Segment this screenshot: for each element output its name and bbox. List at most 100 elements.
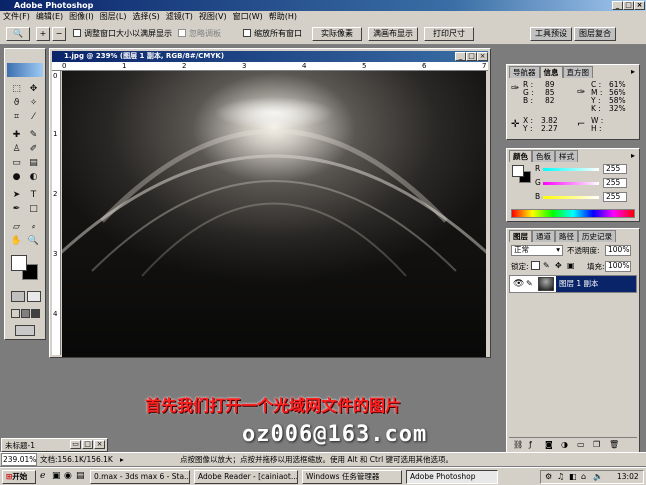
hand-tool-icon[interactable]: ✋ xyxy=(9,235,24,248)
menu-filter[interactable]: 滤镜(T) xyxy=(163,12,196,21)
dodge-tool-icon[interactable]: ◐ xyxy=(26,171,41,184)
mini-close-button[interactable]: × xyxy=(94,440,105,449)
menu-file[interactable]: 文件(F) xyxy=(0,12,33,21)
tab-color[interactable]: 颜色 xyxy=(509,150,532,162)
close-button[interactable]: × xyxy=(634,1,645,10)
lasso-tool-icon[interactable]: ϑ xyxy=(9,97,24,110)
stamp-tool-icon[interactable]: ♙ xyxy=(9,143,24,156)
tab-info[interactable]: 信息 xyxy=(539,66,563,78)
doc-maximize-button[interactable]: □ xyxy=(466,52,477,61)
layer-row[interactable]: 👁 ✎ 图层 1 副本 xyxy=(509,275,637,293)
minimize-button[interactable]: _ xyxy=(612,1,623,10)
task-task-manager[interactable]: Windows 任务管理器 xyxy=(302,470,402,484)
tray-icon[interactable]: ⌂ xyxy=(581,472,586,481)
lock-move-icon[interactable]: ✥ xyxy=(555,261,562,270)
new-group-icon[interactable]: ▭ xyxy=(577,440,585,449)
zoom-all-checkbox[interactable] xyxy=(243,29,251,37)
opacity-field[interactable]: 100% xyxy=(605,245,631,256)
screen-mode-3-icon[interactable] xyxy=(31,309,40,318)
panel-menu-arrow-icon[interactable]: ▸ xyxy=(631,67,635,76)
fit-screen-button[interactable]: 满画布显示 xyxy=(368,27,418,41)
menu-layer[interactable]: 图层(L) xyxy=(97,12,130,21)
type-tool-icon[interactable]: T xyxy=(26,189,41,202)
actual-pixels-button[interactable]: 实际像素 xyxy=(312,27,362,41)
gradient-tool-icon[interactable]: ▤ xyxy=(26,157,41,170)
color-b-slider[interactable] xyxy=(543,196,599,199)
zoom-in-button[interactable]: + xyxy=(36,27,50,41)
pen-tool-icon[interactable]: ✒ xyxy=(9,203,24,216)
screen-mode-1-icon[interactable] xyxy=(11,309,20,318)
foreground-color-swatch[interactable] xyxy=(11,255,27,271)
tab-layer-comps[interactable]: 图层复合 xyxy=(574,27,616,41)
layer-style-icon[interactable]: ƒ xyxy=(529,440,532,449)
jump-to-imageready-icon[interactable] xyxy=(15,325,35,336)
shape-tool-icon[interactable]: □ xyxy=(26,203,41,216)
notes-tool-icon[interactable]: ▱ xyxy=(9,221,24,234)
status-arrow-icon[interactable]: ▸ xyxy=(120,453,124,466)
lock-all-icon[interactable]: ▣ xyxy=(567,261,575,270)
menu-help[interactable]: 帮助(H) xyxy=(266,12,300,21)
menu-select[interactable]: 选择(S) xyxy=(129,12,162,21)
zoom-tool-icon[interactable]: 🔍 xyxy=(26,235,41,248)
menu-image[interactable]: 图像(I) xyxy=(66,12,97,21)
tab-styles[interactable]: 样式 xyxy=(555,150,578,162)
trash-icon[interactable]: 🗑 xyxy=(609,440,619,449)
menu-edit[interactable]: 编辑(E) xyxy=(33,12,66,21)
path-select-icon[interactable]: ➤ xyxy=(9,189,24,202)
brush-link-icon[interactable]: ✎ xyxy=(526,279,533,288)
tab-navigator[interactable]: 导航器 xyxy=(509,66,540,78)
new-layer-icon[interactable]: ❐ xyxy=(593,440,600,449)
task-3dsmax[interactable]: 0.max - 3ds max 6 - Sta... xyxy=(90,470,190,484)
eyedropper-icon[interactable]: ⸗ xyxy=(26,221,41,234)
magic-wand-icon[interactable]: ✧ xyxy=(26,97,41,110)
doc-minimize-button[interactable]: _ xyxy=(455,52,466,61)
color-spectrum-bar[interactable] xyxy=(511,209,635,218)
fit-window-checkbox[interactable] xyxy=(73,29,81,37)
ie-quicklaunch-icon[interactable]: ℯ xyxy=(40,471,45,481)
slice-tool-icon[interactable]: ⁄ xyxy=(26,111,41,124)
move-tool-icon[interactable]: ✥ xyxy=(26,83,41,96)
lock-transparency-icon[interactable] xyxy=(531,261,540,270)
standard-mode-icon[interactable] xyxy=(11,291,25,302)
tab-history[interactable]: 历史记录 xyxy=(578,230,616,242)
zoom-level-field[interactable]: 239.01% xyxy=(1,453,37,466)
zoom-out-button[interactable]: − xyxy=(52,27,66,41)
eye-visibility-icon[interactable]: 👁 xyxy=(513,279,524,289)
fill-field[interactable]: 100% xyxy=(605,261,631,272)
tray-icon[interactable]: ◧ xyxy=(569,472,577,481)
mini-restore-button[interactable]: ▭ xyxy=(70,440,81,449)
tab-channels[interactable]: 通道 xyxy=(532,230,555,242)
zoom-tool-preset[interactable]: 🔍 xyxy=(6,27,30,41)
link-icon[interactable]: ⛓ xyxy=(513,440,523,449)
media-quicklaunch-icon[interactable]: ◉ xyxy=(64,471,72,481)
eraser-tool-icon[interactable]: ▭ xyxy=(9,157,24,170)
explorer-quicklaunch-icon[interactable]: ▤ xyxy=(76,471,85,481)
history-brush-icon[interactable]: ✐ xyxy=(26,143,41,156)
menu-view[interactable]: 视图(V) xyxy=(196,12,230,21)
color-b-field[interactable]: 255 xyxy=(603,192,627,202)
image-canvas[interactable] xyxy=(62,71,486,357)
marquee-tool-icon[interactable]: ⬚ xyxy=(9,83,24,96)
adjustment-layer-icon[interactable]: ◑ xyxy=(561,440,568,449)
color-fg-swatch[interactable] xyxy=(512,165,524,177)
tab-histogram[interactable]: 直方图 xyxy=(562,66,593,78)
blend-mode-select[interactable]: 正常 ▾ xyxy=(511,245,563,256)
healing-brush-icon[interactable]: ✚ xyxy=(9,129,24,142)
menu-window[interactable]: 窗口(W) xyxy=(230,12,266,21)
tray-icon[interactable]: ♫ xyxy=(557,472,564,481)
brush-tool-icon[interactable]: ✎ xyxy=(26,129,41,142)
blur-tool-icon[interactable]: ● xyxy=(9,171,24,184)
maximize-button[interactable]: □ xyxy=(623,1,634,10)
task-photoshop[interactable]: Adobe Photoshop xyxy=(406,470,498,484)
tab-paths[interactable]: 路径 xyxy=(555,230,578,242)
desktop-quicklaunch-icon[interactable]: ▣ xyxy=(52,471,61,481)
tray-icon[interactable]: ⚙ xyxy=(545,472,552,481)
ignore-palettes-checkbox[interactable] xyxy=(178,29,186,37)
color-r-slider[interactable] xyxy=(543,168,599,171)
volume-icon[interactable]: 🔈 xyxy=(593,472,603,481)
print-size-button[interactable]: 打印尺寸 xyxy=(424,27,474,41)
lock-brush-icon[interactable]: ✎ xyxy=(543,261,550,270)
tab-layers[interactable]: 图层 xyxy=(509,230,532,242)
crop-tool-icon[interactable]: ⌗ xyxy=(9,111,24,124)
color-g-field[interactable]: 255 xyxy=(603,178,627,188)
